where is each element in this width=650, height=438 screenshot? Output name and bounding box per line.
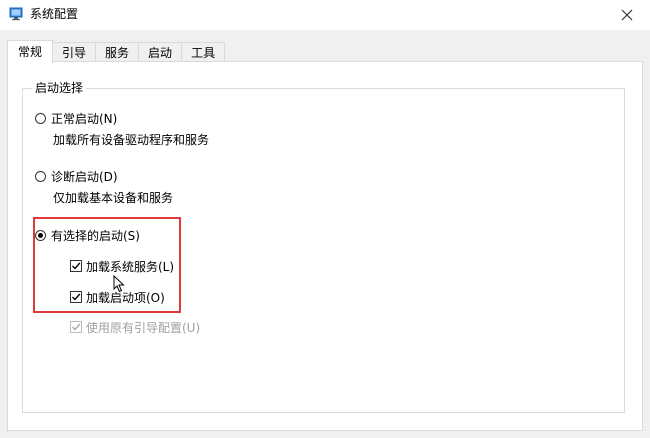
general-tab-panel: 启动选择 正常启动(N) 加载所有设备驱动程序和服务 诊断启动(D) 仅加载基本… [7, 61, 643, 431]
checkbox-box [70, 260, 82, 272]
use-original-boot-config-checkbox: 使用原有引导配置(U) [70, 318, 200, 336]
dialog-body: 常规 引导 服务 启动 工具 启动选择 正常启动(N) 加载所有设备驱动程序和服… [0, 30, 650, 438]
diagnostic-startup-description: 仅加载基本设备和服务 [53, 191, 174, 205]
load-startup-items-label: 加载启动项(O) [86, 290, 165, 305]
tab-tools[interactable]: 工具 [181, 42, 226, 62]
system-config-window: 系统配置 常规 引导 服务 启动 工具 启动选择 正常启动(N) 加载所有设备驱… [0, 0, 650, 438]
radio-circle-selected [35, 229, 46, 241]
normal-startup-radio[interactable]: 正常启动(N) [35, 109, 117, 127]
mouse-cursor-icon [113, 275, 125, 293]
tab-strip: 常规 引导 服务 启动 工具 [7, 39, 226, 63]
selective-startup-radio[interactable]: 有选择的启动(S) [35, 226, 140, 244]
tab-services[interactable]: 服务 [95, 42, 140, 62]
checkmark-icon [72, 262, 81, 270]
tab-general[interactable]: 常规 [7, 40, 54, 63]
tab-startup[interactable]: 启动 [138, 42, 183, 62]
checkmark-icon [72, 323, 81, 331]
app-icon [9, 7, 23, 21]
checkbox-box-disabled [70, 321, 82, 333]
diagnostic-startup-label: 诊断启动(D) [51, 169, 118, 184]
diagnostic-startup-radio[interactable]: 诊断启动(D) [35, 167, 118, 185]
normal-startup-label: 正常启动(N) [51, 111, 118, 126]
checkmark-icon [72, 293, 81, 301]
radio-circle [35, 170, 46, 182]
use-original-boot-config-label: 使用原有引导配置(U) [86, 320, 201, 335]
window-title: 系统配置 [30, 7, 79, 21]
close-button[interactable] [604, 0, 650, 30]
close-icon [621, 9, 633, 21]
radio-circle [35, 112, 46, 124]
normal-startup-description: 加载所有设备驱动程序和服务 [53, 133, 210, 147]
checkbox-box [70, 291, 82, 303]
title-bar: 系统配置 [0, 0, 650, 30]
group-title: 启动选择 [32, 80, 87, 96]
load-system-services-label: 加载系统服务(L) [86, 259, 175, 274]
selective-startup-label: 有选择的启动(S) [51, 228, 140, 243]
load-system-services-checkbox[interactable]: 加载系统服务(L) [70, 257, 174, 275]
tab-boot[interactable]: 引导 [52, 42, 97, 62]
